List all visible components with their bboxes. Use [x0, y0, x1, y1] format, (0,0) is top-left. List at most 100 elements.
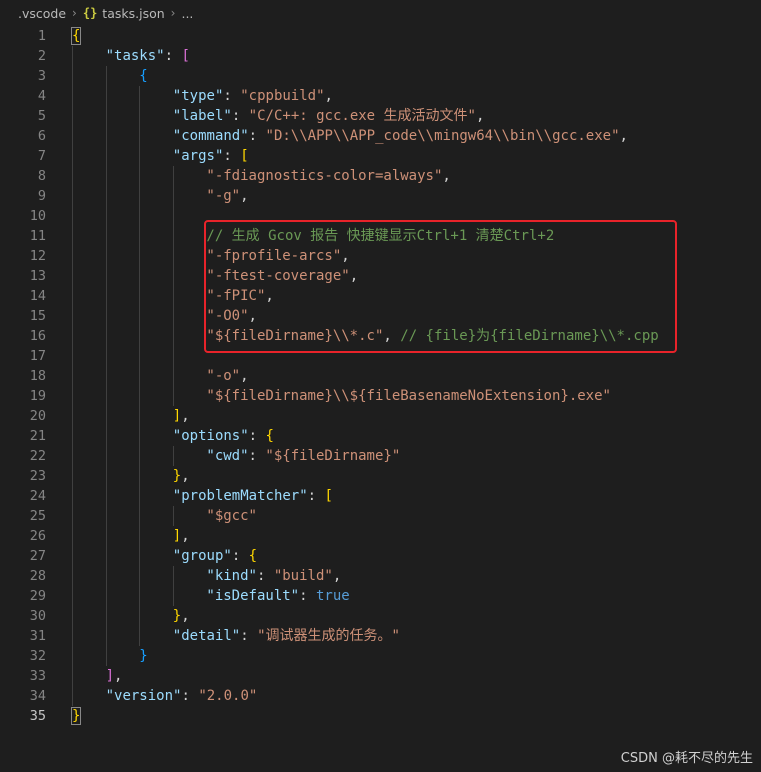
code-line[interactable]: 6 "command": "D:\\APP\\APP_code\\mingw64\… — [0, 126, 761, 146]
code-text: { — [70, 26, 82, 46]
indent-guide — [105, 86, 107, 106]
line-number: 13 — [29, 268, 46, 284]
code-token: "problemMatcher" — [172, 488, 308, 504]
code-line[interactable]: 2 "tasks": [ — [0, 46, 761, 66]
indent-guide — [172, 346, 174, 366]
code-line[interactable]: 27 "group": { — [0, 546, 761, 566]
code-token: } — [172, 468, 182, 484]
code-token: "version" — [105, 688, 182, 704]
code-token: "cppbuild" — [240, 88, 325, 104]
code-token: "-g" — [206, 188, 241, 204]
code-line[interactable]: 7 "args": [ — [0, 146, 761, 166]
indent-guide — [139, 246, 141, 266]
indent-guide — [105, 166, 107, 186]
code-token: { — [70, 27, 82, 45]
code-line[interactable]: 3{ — [0, 66, 761, 86]
code-line[interactable]: 18 "-o", — [0, 366, 761, 386]
code-token: { — [265, 428, 274, 444]
code-line[interactable]: 9 "-g", — [0, 186, 761, 206]
indent-guide — [172, 206, 174, 226]
code-line[interactable]: 23}, — [0, 466, 761, 486]
indent-guide — [72, 286, 73, 306]
indent-guide — [105, 586, 107, 606]
line-number: 22 — [29, 448, 46, 464]
breadcrumb-trail[interactable]: ... — [181, 6, 193, 21]
code-line[interactable]: 20], — [0, 406, 761, 426]
indent-guide — [139, 86, 141, 106]
code-editor[interactable]: 1{2 "tasks": [3{4 "type": "cppbuild", 5 "lab… — [0, 26, 761, 726]
indent-guide — [105, 206, 107, 226]
code-token: , — [240, 188, 249, 204]
code-line[interactable]: 5 "label": "C/C++: gcc.exe 生成活动文件", — [0, 106, 761, 126]
code-text: ], — [173, 526, 190, 546]
code-token: : — [307, 488, 325, 504]
code-token: : — [223, 88, 241, 104]
indent-guide — [172, 506, 174, 526]
indent-guide — [72, 166, 73, 186]
indent-guide — [105, 286, 107, 306]
code-line[interactable]: 8 "-fdiagnostics-color=always", — [0, 166, 761, 186]
line-number: 34 — [29, 688, 46, 704]
indent-guide — [139, 306, 141, 326]
indent-guide — [139, 606, 141, 626]
code-text: } — [139, 646, 147, 666]
indent-guide — [105, 66, 107, 86]
code-line[interactable]: 22 "cwd": "${fileDirname}" — [0, 446, 761, 466]
indent-guide — [72, 66, 73, 86]
code-line[interactable]: 30}, — [0, 606, 761, 626]
code-text: "$gcc" — [206, 506, 257, 526]
indent-guide — [139, 126, 141, 146]
line-number: 32 — [29, 648, 46, 664]
code-token: } — [70, 707, 82, 725]
code-line[interactable]: 4 "type": "cppbuild", — [0, 86, 761, 106]
indent-guide — [105, 446, 107, 466]
code-token: "C/C++: gcc.exe 生成活动文件" — [248, 108, 476, 124]
indent-guide — [72, 206, 73, 226]
code-text: "-g", — [206, 186, 248, 206]
code-text: "-fdiagnostics-color=always", — [206, 166, 450, 186]
code-line[interactable]: 33], — [0, 666, 761, 686]
line-number: 21 — [29, 428, 46, 444]
code-token: "cwd" — [206, 448, 249, 464]
code-line[interactable]: 21 "options": { — [0, 426, 761, 446]
code-line[interactable]: 19 "${fileDirname}\\${fileBasenameNoExten… — [0, 386, 761, 406]
line-number: 10 — [29, 208, 46, 224]
code-token: "group" — [172, 548, 232, 564]
code-token: "options" — [172, 428, 249, 444]
indent-guide — [105, 526, 107, 546]
code-line[interactable]: 25 "$gcc" — [0, 506, 761, 526]
code-text: "version": "2.0.0" — [106, 686, 258, 706]
line-number: 5 — [37, 108, 46, 124]
code-text: "label": "C/C++: gcc.exe 生成活动文件", — [173, 106, 485, 126]
indent-guide — [172, 366, 174, 386]
code-text: { — [139, 66, 147, 86]
indent-guide — [72, 86, 73, 106]
code-line[interactable]: 29 "isDefault": true — [0, 586, 761, 606]
code-line[interactable]: 28 "kind": "build", — [0, 566, 761, 586]
indent-guide — [139, 546, 141, 566]
indent-guide — [72, 466, 73, 486]
code-line[interactable]: 32} — [0, 646, 761, 666]
code-text: "command": "D:\\APP\\APP_code\\mingw64\\… — [173, 126, 628, 146]
indent-guide — [139, 386, 141, 406]
breadcrumb-file[interactable]: tasks.json — [102, 6, 164, 21]
line-number: 24 — [29, 488, 46, 504]
indent-guide — [139, 366, 141, 386]
indent-guide — [72, 46, 73, 66]
code-line[interactable]: 31 "detail": "调试器生成的任务。" — [0, 626, 761, 646]
indent-guide — [72, 406, 73, 426]
indent-guide — [139, 586, 141, 606]
code-token: , — [332, 568, 342, 584]
code-line[interactable]: 24 "problemMatcher": [ — [0, 486, 761, 506]
code-token: , — [181, 408, 190, 424]
code-token: "D:\\APP\\APP_code\\mingw64\\bin\\gcc.ex… — [265, 128, 620, 144]
red-annotation-box — [204, 220, 677, 353]
line-number: 11 — [29, 228, 46, 244]
code-line[interactable]: 35} — [0, 706, 761, 726]
line-number: 26 — [29, 528, 46, 544]
code-line[interactable]: 1{ — [0, 26, 761, 46]
code-line[interactable]: 34 "version": "2.0.0" — [0, 686, 761, 706]
breadcrumb-folder[interactable]: .vscode — [18, 6, 66, 21]
code-line[interactable]: 26], — [0, 526, 761, 546]
code-token: "-fdiagnostics-color=always" — [206, 168, 443, 184]
